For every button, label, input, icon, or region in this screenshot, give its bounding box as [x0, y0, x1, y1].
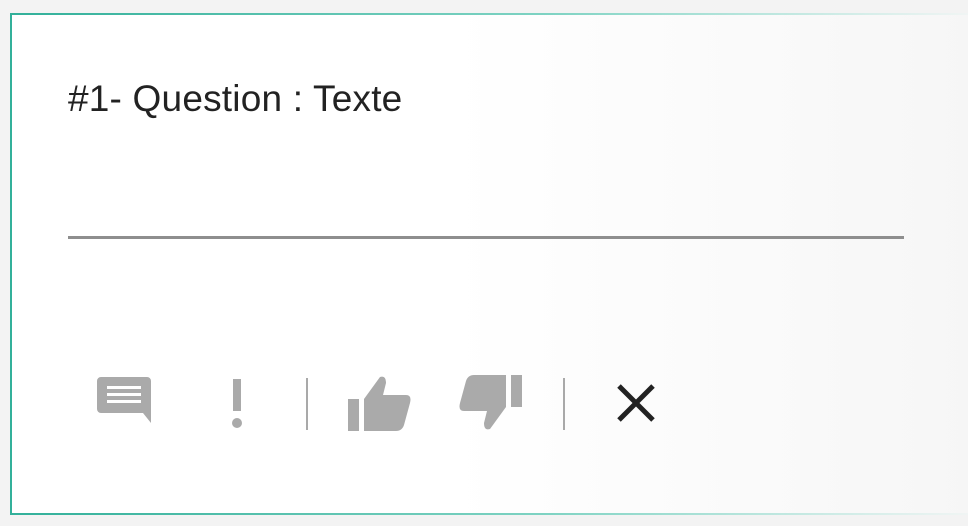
- thumbs-down-icon: [459, 375, 522, 430]
- question-title: #1- Question : Texte: [68, 78, 403, 119]
- close-button[interactable]: [612, 370, 660, 436]
- comment-button[interactable]: [94, 370, 154, 436]
- dislike-button[interactable]: [458, 370, 524, 436]
- thumbs-up-icon: [348, 376, 411, 431]
- toolbar-separator: [563, 378, 565, 430]
- answer-input[interactable]: [68, 236, 904, 239]
- exclamation-icon: [232, 379, 242, 428]
- comment-icon: [97, 377, 151, 423]
- flag-button[interactable]: [214, 370, 260, 436]
- close-icon: [617, 384, 655, 422]
- like-button[interactable]: [346, 370, 412, 436]
- question-toolbar: [94, 370, 694, 436]
- toolbar-separator: [306, 378, 308, 430]
